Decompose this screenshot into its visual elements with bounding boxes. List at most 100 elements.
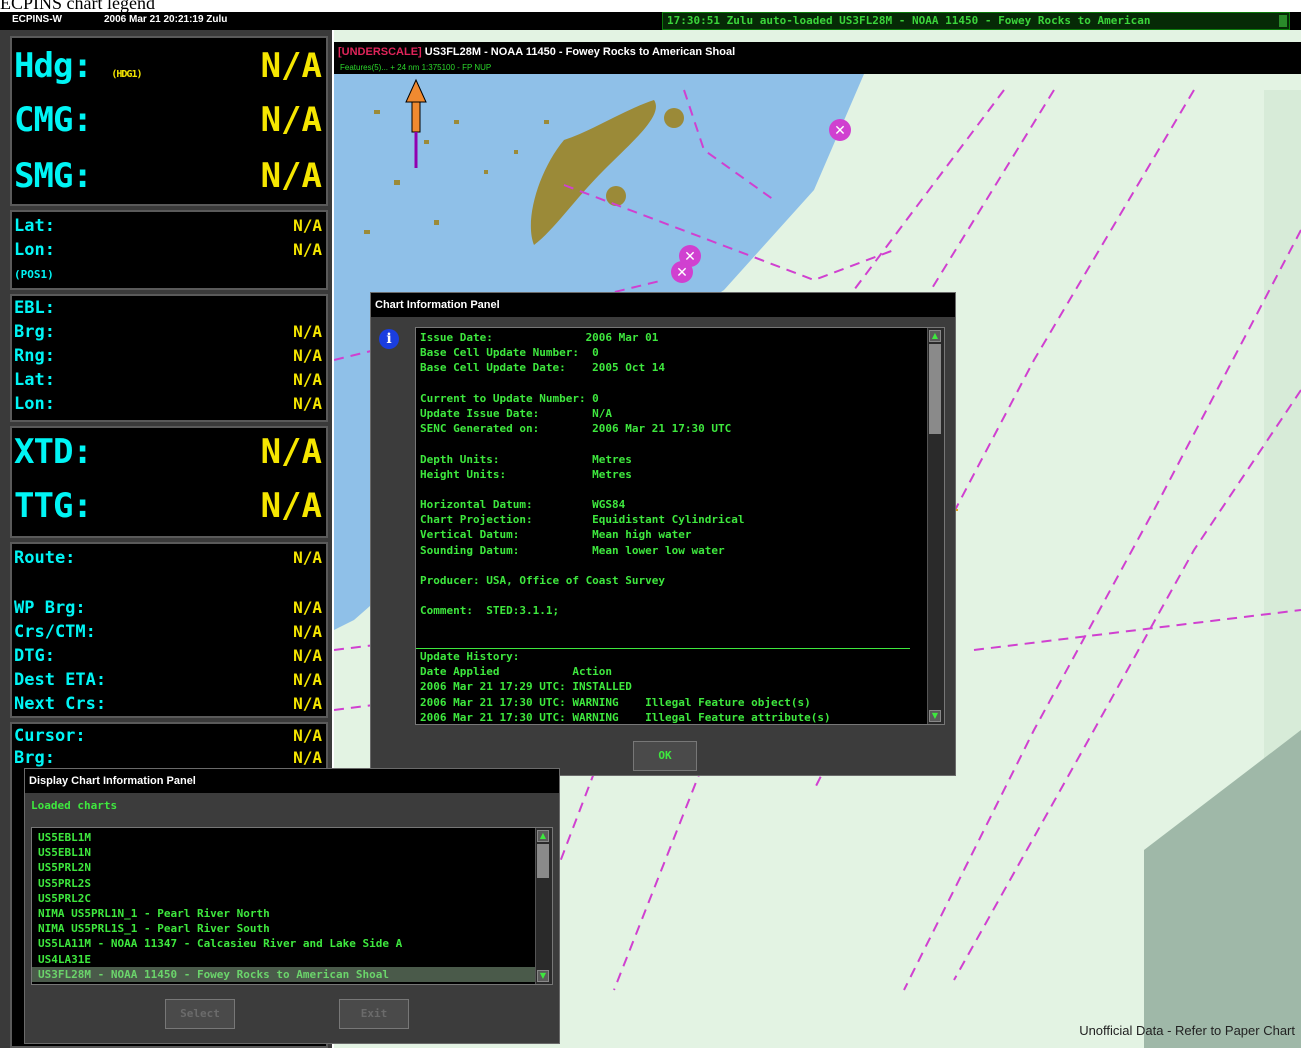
- chart-list-item[interactable]: US5PRL2N: [32, 860, 536, 875]
- info-divider: [416, 648, 910, 649]
- info-icon: i: [379, 329, 399, 349]
- info-scrollbar[interactable]: ▲ ▼: [927, 328, 944, 724]
- landmark-1: [664, 108, 684, 128]
- info-line: Sounding Datum: Mean lower low water: [420, 543, 725, 557]
- smg-value: N/A: [260, 156, 322, 196]
- info-line: Depth Units: Metres: [420, 452, 632, 466]
- position-block: Lat: N/A Lon: N/A (POS1): [10, 210, 328, 290]
- cmg-label: CMG:: [14, 100, 93, 140]
- svg-text:✕: ✕: [676, 265, 688, 281]
- chart-list-item[interactable]: US5EBL1M: [32, 830, 536, 845]
- ebl-lon-row: Lon: N/A: [14, 394, 322, 414]
- info-line: Base Cell Update Date: 2005 Oct 14: [420, 361, 666, 375]
- info-line: Producer: USA, Office of Coast Survey: [420, 574, 666, 587]
- ebl-title: EBL:: [14, 298, 55, 318]
- info-line: Height Units: Metres: [420, 467, 632, 481]
- chart-list-item[interactable]: NIMA US5PRL1N_1 - Pearl River North: [32, 906, 536, 921]
- hdg-label: Hdg: (HDG1): [14, 46, 143, 86]
- chart-status-line[interactable]: Features(5)... + 24 nm 1:375100 - FP NUP: [334, 62, 1301, 74]
- landmark-2: [606, 186, 626, 206]
- route-block: Route: N/A WP Brg: N/A Crs/CTM: N/A DTG: N/A…: [10, 542, 328, 718]
- pos-lon-value: N/A: [293, 240, 322, 259]
- xtd-value: N/A: [260, 432, 322, 472]
- ttg-value: N/A: [260, 486, 322, 526]
- list-scroll-up[interactable]: ▲: [537, 830, 549, 842]
- hdg-value: N/A: [260, 46, 322, 86]
- info-line: 2006 Mar 21 17:30 UTC: WARNING Illegal F…: [420, 695, 811, 709]
- ttg-label: TTG:: [14, 486, 93, 526]
- select-button[interactable]: Select: [165, 999, 235, 1029]
- ok-button[interactable]: OK: [633, 741, 697, 771]
- info-line: Date Applied Action: [420, 665, 613, 679]
- info-line: Update Issue Date: N/A: [420, 406, 613, 420]
- scroll-thumb[interactable]: [929, 344, 941, 434]
- display-chart-info-panel: Display Chart Information Panel Loaded c…: [24, 768, 560, 1044]
- pos-lat-row: Lat: N/A: [14, 216, 322, 236]
- chart-items: US5EBL1M US5EBL1N US5PRL2N US5PRL2S US5PRL2C…: [32, 830, 536, 982]
- unofficial-notice: Unofficial Data - Refer to Paper Chart: [1079, 1023, 1295, 1038]
- loaded-charts-heading: Loaded charts: [31, 799, 118, 812]
- top-bar: ECPINS-W 2006 Mar 21 20:21:19 Zulu 17:30…: [0, 12, 1301, 30]
- page-caption: ECPINS chart legend: [0, 0, 155, 13]
- info-line: 2006 Mar 21 17:30 UTC: WARNING Illegal F…: [420, 710, 831, 724]
- deep-area: [1144, 730, 1301, 1048]
- info-line: [420, 436, 831, 451]
- ebl-brg-row: Brg: N/A: [14, 322, 322, 342]
- chart-list-item[interactable]: US5PRL2S: [32, 876, 536, 891]
- chart-list-item[interactable]: US3FL28M - NOAA 11450 - Fowey Rocks to A…: [32, 966, 536, 982]
- chart-information-panel: Chart Information Panel i Issue Date: 20…: [370, 292, 956, 776]
- ebl-lat-row: Lat: N/A: [14, 370, 322, 390]
- heading-block: Hdg: (HDG1) N/A CMG: N/A SMG: N/A: [10, 36, 328, 206]
- xtd-label: XTD:: [14, 432, 93, 472]
- next-crs-row: Next Crs: N/A: [14, 694, 322, 714]
- cmg-value: N/A: [260, 100, 322, 140]
- info-line: Vertical Datum: Mean high water: [420, 528, 692, 542]
- route-title-row: Route: N/A: [14, 548, 322, 568]
- info-text-area[interactable]: Issue Date: 2006 Mar 01 Base Cell Update …: [415, 327, 945, 725]
- crs-ctm-row: Crs/CTM: N/A: [14, 622, 322, 642]
- info-lines: Issue Date: 2006 Mar 01 Base Cell Update …: [420, 330, 831, 724]
- hdg-source: (HDG1): [111, 69, 142, 80]
- smg-label: SMG:: [14, 156, 93, 196]
- app-name: ECPINS-W: [12, 14, 62, 25]
- chart-list-item[interactable]: US5PRL2C: [32, 891, 536, 906]
- dest-eta-row: Dest ETA: N/A: [14, 670, 322, 690]
- status-text: 17:30:51 Zulu auto-loaded US3FL28M - NOA…: [667, 14, 1151, 27]
- chart-list-item[interactable]: US5EBL1N: [32, 845, 536, 860]
- chart-list-item[interactable]: US4LA31E: [32, 952, 536, 967]
- svg-text:✕: ✕: [834, 123, 846, 139]
- info-line: Comment: STED:3.1.1;: [420, 604, 560, 618]
- chart-name: US3FL28M - NOAA 11450 - Fowey Rocks to A…: [421, 46, 736, 58]
- info-line: Base Cell Update Number: 0: [420, 346, 599, 360]
- info-line: [420, 634, 831, 649]
- pos-lon-row: Lon: N/A: [14, 240, 322, 260]
- status-message[interactable]: 17:30:51 Zulu auto-loaded US3FL28M - NOA…: [662, 12, 1290, 30]
- underscale-indicator: [UNDERSCALE]: [338, 46, 422, 58]
- xtd-ttg-block: XTD: N/A TTG: N/A: [10, 426, 328, 538]
- pos-lat-value: N/A: [293, 216, 322, 235]
- wp-brg-row: WP Brg: N/A: [14, 598, 322, 618]
- display-panel-title[interactable]: Display Chart Information Panel: [25, 769, 559, 793]
- info-line: [420, 558, 831, 573]
- ebl-rng-row: Rng: N/A: [14, 346, 322, 366]
- scroll-up-button[interactable]: ▲: [929, 330, 941, 342]
- chart-title-bar: [UNDERSCALE] US3FL28M - NOAA 11450 - Fow…: [334, 42, 1301, 62]
- list-scrollbar[interactable]: ▲ ▼: [535, 828, 552, 984]
- info-line: Issue Date: 2006 Mar 01: [420, 331, 659, 344]
- dtg-row: DTG: N/A: [14, 646, 322, 666]
- chart-list-item[interactable]: US5LA11M - NOAA 11347 - Calcasieu River …: [32, 936, 536, 951]
- list-scroll-thumb[interactable]: [537, 844, 549, 878]
- info-line: 2006 Mar 21 17:29 UTC: INSTALLED: [420, 680, 632, 694]
- status-scroll-button[interactable]: [1279, 15, 1287, 27]
- list-scroll-down[interactable]: ▼: [537, 970, 549, 982]
- info-line: SENC Generated on: 2006 Mar 21 17:30 UTC: [420, 422, 732, 436]
- info-line: [420, 588, 831, 603]
- ebl-block: EBL: Brg: N/A Rng: N/A Lat: N/A Lon: N/A: [10, 294, 328, 422]
- info-panel-title[interactable]: Chart Information Panel: [371, 293, 955, 317]
- chart-list-item[interactable]: NIMA US5PRL1S_1 - Pearl River South: [32, 921, 536, 936]
- loaded-charts-list[interactable]: US5EBL1M US5EBL1N US5PRL2N US5PRL2S US5PRL2C…: [31, 827, 553, 985]
- pos-source: (POS1): [14, 268, 54, 281]
- scroll-down-button[interactable]: ▼: [929, 710, 941, 722]
- info-line: Horizontal Datum: WGS84: [420, 498, 626, 512]
- exit-button[interactable]: Exit: [339, 999, 409, 1029]
